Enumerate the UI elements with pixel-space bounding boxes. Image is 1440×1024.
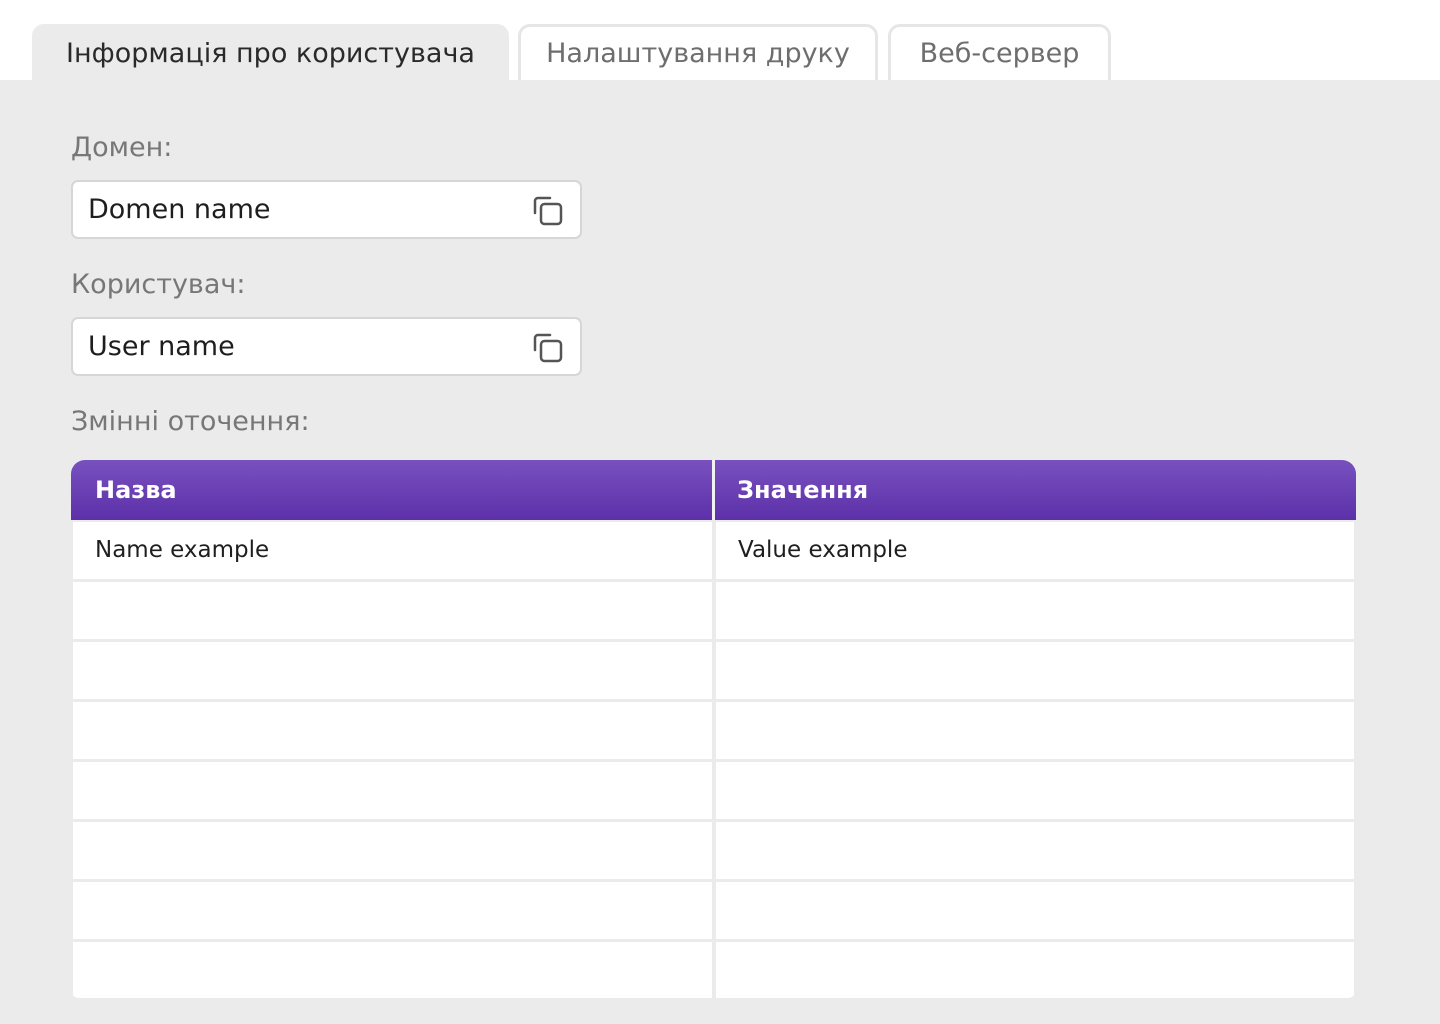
- user-value: User name: [88, 331, 235, 362]
- tab-user-info[interactable]: Інформація про користувача: [32, 24, 509, 80]
- table-cell-value[interactable]: [716, 942, 1354, 998]
- table-cell-name[interactable]: Name example: [73, 522, 712, 579]
- table-cell-name[interactable]: [73, 942, 712, 998]
- table-cell-name[interactable]: [73, 882, 712, 939]
- domain-value: Domen name: [88, 194, 271, 225]
- env-vars-table: Назва Значення Name example Value exampl…: [71, 460, 1356, 998]
- table-cell-value[interactable]: [716, 822, 1354, 879]
- user-label: Користувач:: [71, 269, 246, 300]
- copy-icon[interactable]: [530, 193, 566, 229]
- table-cell-value[interactable]: Value example: [716, 522, 1354, 579]
- table-cell-name[interactable]: [73, 642, 712, 699]
- table-cell-name[interactable]: [73, 702, 712, 759]
- table-cell-name[interactable]: [73, 822, 712, 879]
- table-cell-value[interactable]: [716, 882, 1354, 939]
- column-divider[interactable]: [712, 460, 715, 520]
- table-cell-value[interactable]: [716, 582, 1354, 639]
- tab-web-server[interactable]: Веб-сервер: [888, 24, 1111, 80]
- user-field[interactable]: User name: [71, 317, 582, 376]
- table-cell-value[interactable]: [716, 762, 1354, 819]
- cell-text: Value example: [738, 537, 908, 563]
- user-info-panel: Домен: Domen name Користувач: User name …: [0, 80, 1440, 1024]
- cell-text: Name example: [95, 537, 270, 563]
- column-header-name: Назва: [95, 476, 177, 504]
- table-cell-value[interactable]: [716, 642, 1354, 699]
- table-cell-name[interactable]: [73, 582, 712, 639]
- tab-print-settings[interactable]: Налаштування друку: [518, 24, 878, 80]
- table-cell-value[interactable]: [716, 702, 1354, 759]
- tab-bar: Інформація про користувача Налаштування …: [0, 0, 1440, 80]
- table-header: Назва Значення: [71, 460, 1356, 520]
- domain-label: Домен:: [71, 132, 173, 163]
- copy-icon[interactable]: [530, 330, 566, 366]
- env-vars-label: Змінні оточення:: [71, 406, 310, 437]
- table-cell-name[interactable]: [73, 762, 712, 819]
- domain-field[interactable]: Domen name: [71, 180, 582, 239]
- column-header-value: Значення: [737, 476, 869, 504]
